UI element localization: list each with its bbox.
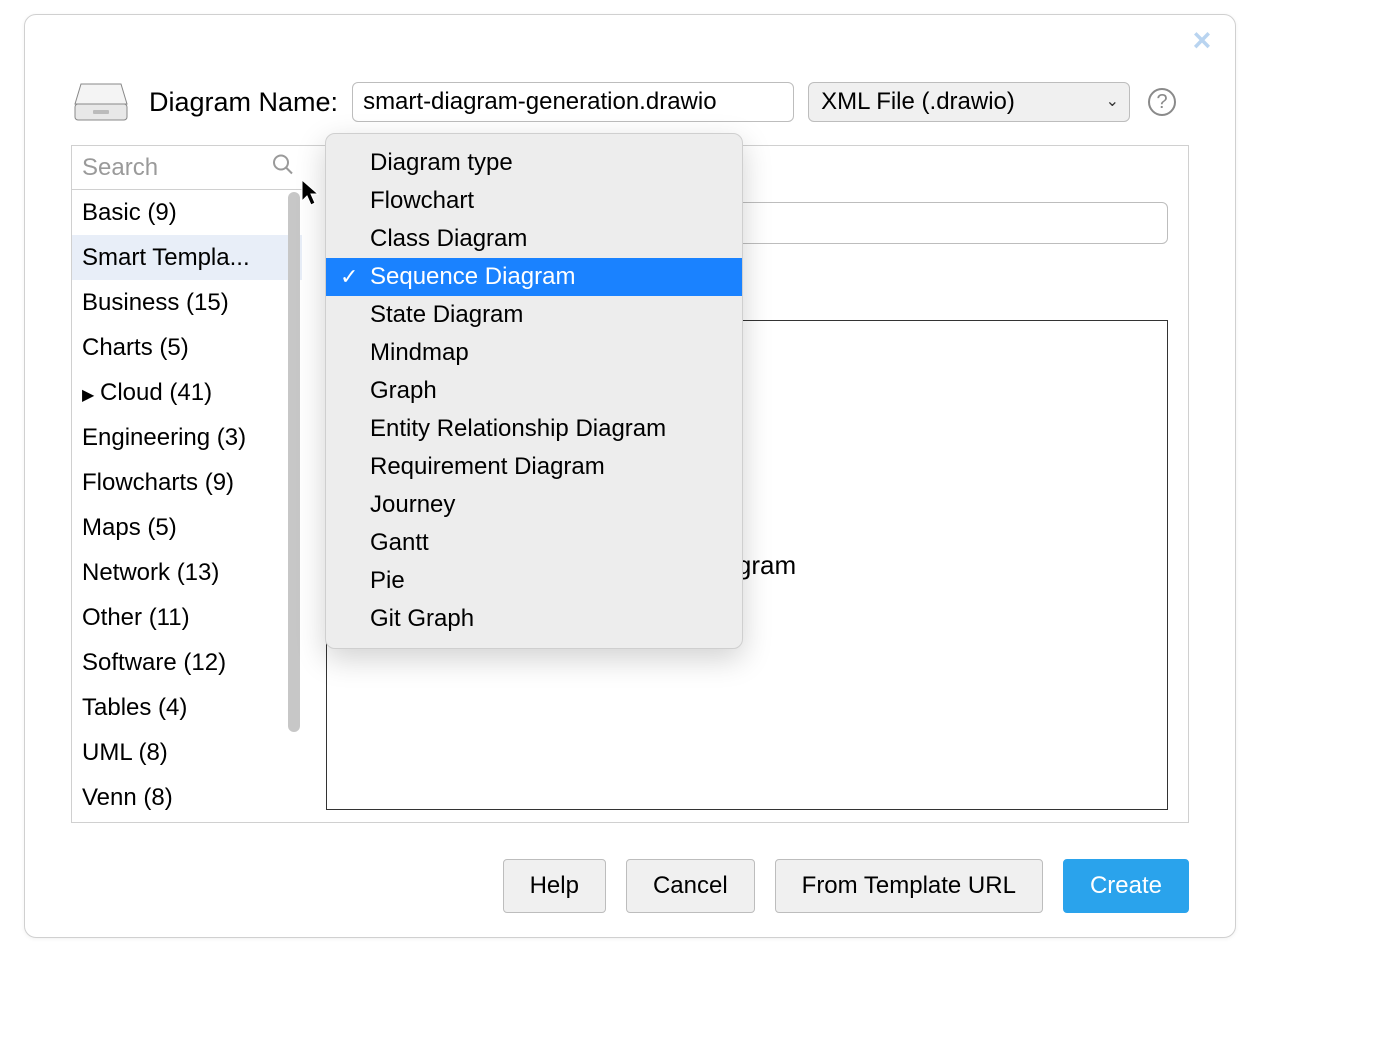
- dropdown-item-label: Git Graph: [370, 605, 474, 632]
- dropdown-item-label: Pie: [370, 567, 405, 594]
- help-icon[interactable]: ?: [1148, 88, 1176, 116]
- from-template-url-button[interactable]: From Template URL: [775, 859, 1043, 913]
- sidebar-item[interactable]: Venn (8): [72, 775, 302, 820]
- sidebar-item-label: Other (11): [82, 604, 190, 631]
- dropdown-item-label: Entity Relationship Diagram: [370, 415, 666, 442]
- dropdown-item[interactable]: State Diagram: [326, 296, 742, 334]
- template-sidebar: Basic (9) Smart Templa... Business (15) Cha…: [72, 146, 302, 822]
- cursor-icon: [301, 179, 321, 207]
- sidebar-item[interactable]: Software (12): [72, 640, 302, 685]
- dropdown-item-label: Flowchart: [370, 187, 474, 214]
- sidebar-item[interactable]: Flowcharts (9): [72, 460, 302, 505]
- sidebar-item-label: Smart Templa...: [82, 244, 250, 271]
- chevron-down-icon: ⌄: [1106, 87, 1119, 117]
- diagram-type-dropdown[interactable]: Diagram type Flowchart Class Diagram ✓ Seque…: [325, 133, 743, 649]
- search-icon: [272, 153, 294, 182]
- dropdown-item-label: Journey: [370, 491, 455, 518]
- sidebar-item-label: Business (15): [82, 289, 229, 316]
- sidebar-item[interactable]: Charts (5): [72, 325, 302, 370]
- sidebar-item[interactable]: ▶Cloud (41): [72, 370, 302, 415]
- dropdown-item[interactable]: Class Diagram: [326, 220, 742, 258]
- scrollbar-thumb[interactable]: [288, 192, 300, 732]
- sidebar-item-label: Cloud (41): [100, 379, 212, 406]
- close-icon[interactable]: ×: [1187, 27, 1217, 57]
- help-button[interactable]: Help: [503, 859, 606, 913]
- dropdown-item[interactable]: Requirement Diagram: [326, 448, 742, 486]
- new-diagram-dialog: × Diagram Name: XML File (.drawio) ⌄ ?: [24, 14, 1236, 938]
- sidebar-item[interactable]: Tables (4): [72, 685, 302, 730]
- dropdown-item[interactable]: Graph: [326, 372, 742, 410]
- dropdown-item[interactable]: Git Graph: [326, 600, 742, 638]
- dialog-footer: Help Cancel From Template URL Create: [503, 859, 1189, 913]
- dropdown-item-label: Sequence Diagram: [370, 263, 575, 290]
- drive-icon: [71, 80, 131, 124]
- dropdown-item[interactable]: Mindmap: [326, 334, 742, 372]
- diagram-name-input[interactable]: [352, 82, 794, 122]
- create-button[interactable]: Create: [1063, 859, 1189, 913]
- template-search: [72, 146, 302, 190]
- sidebar-item-label: Tables (4): [82, 694, 187, 721]
- file-format-value: XML File (.drawio): [821, 88, 1015, 115]
- sidebar-item-label: UML (8): [82, 739, 168, 766]
- dropdown-item-label: Class Diagram: [370, 225, 527, 252]
- sidebar-item[interactable]: Business (15): [72, 280, 302, 325]
- sidebar-item-label: Maps (5): [82, 514, 177, 541]
- dropdown-item-label: Gantt: [370, 529, 429, 556]
- cancel-button[interactable]: Cancel: [626, 859, 755, 913]
- dropdown-item[interactable]: Pie: [326, 562, 742, 600]
- sidebar-item-label: Charts (5): [82, 334, 189, 361]
- sidebar-item-label: Network (13): [82, 559, 219, 586]
- check-icon: ✓: [340, 258, 358, 296]
- sidebar-item[interactable]: Network (13): [72, 550, 302, 595]
- sidebar-item[interactable]: Engineering (3): [72, 415, 302, 460]
- dropdown-item[interactable]: Flowchart: [326, 182, 742, 220]
- dialog-header-row: Diagram Name: XML File (.drawio) ⌄ ?: [71, 75, 1195, 129]
- dropdown-item[interactable]: Gantt: [326, 524, 742, 562]
- sidebar-item[interactable]: Maps (5): [72, 505, 302, 550]
- dropdown-item[interactable]: ✓ Sequence Diagram: [326, 258, 742, 296]
- sidebar-item-label: Flowcharts (9): [82, 469, 234, 496]
- dropdown-item-label: State Diagram: [370, 301, 523, 328]
- sidebar-item[interactable]: Smart Templa...: [72, 235, 302, 280]
- sidebar-item-label: Engineering (3): [82, 424, 246, 451]
- sidebar-item-label: Venn (8): [82, 784, 173, 811]
- sidebar-scrollbar[interactable]: [288, 192, 300, 822]
- dropdown-item[interactable]: Diagram type: [326, 144, 742, 182]
- dropdown-item-label: Requirement Diagram: [370, 453, 605, 480]
- dropdown-item[interactable]: Entity Relationship Diagram: [326, 410, 742, 448]
- sidebar-item[interactable]: UML (8): [72, 730, 302, 775]
- diagram-name-label: Diagram Name:: [149, 87, 338, 118]
- dropdown-item[interactable]: Journey: [326, 486, 742, 524]
- sidebar-item[interactable]: Basic (9): [72, 190, 302, 235]
- dropdown-item-label: Diagram type: [370, 149, 513, 176]
- category-list: Basic (9) Smart Templa... Business (15) Cha…: [72, 190, 302, 822]
- sidebar-item[interactable]: Other (11): [72, 595, 302, 640]
- sidebar-item-label: Software (12): [82, 649, 226, 676]
- dropdown-item-label: Mindmap: [370, 339, 469, 366]
- file-format-select[interactable]: XML File (.drawio) ⌄: [808, 82, 1130, 122]
- expand-triangle-icon: ▶: [82, 373, 100, 415]
- sidebar-item-label: Basic (9): [82, 199, 177, 226]
- dropdown-item-label: Graph: [370, 377, 437, 404]
- search-input[interactable]: [72, 146, 302, 189]
